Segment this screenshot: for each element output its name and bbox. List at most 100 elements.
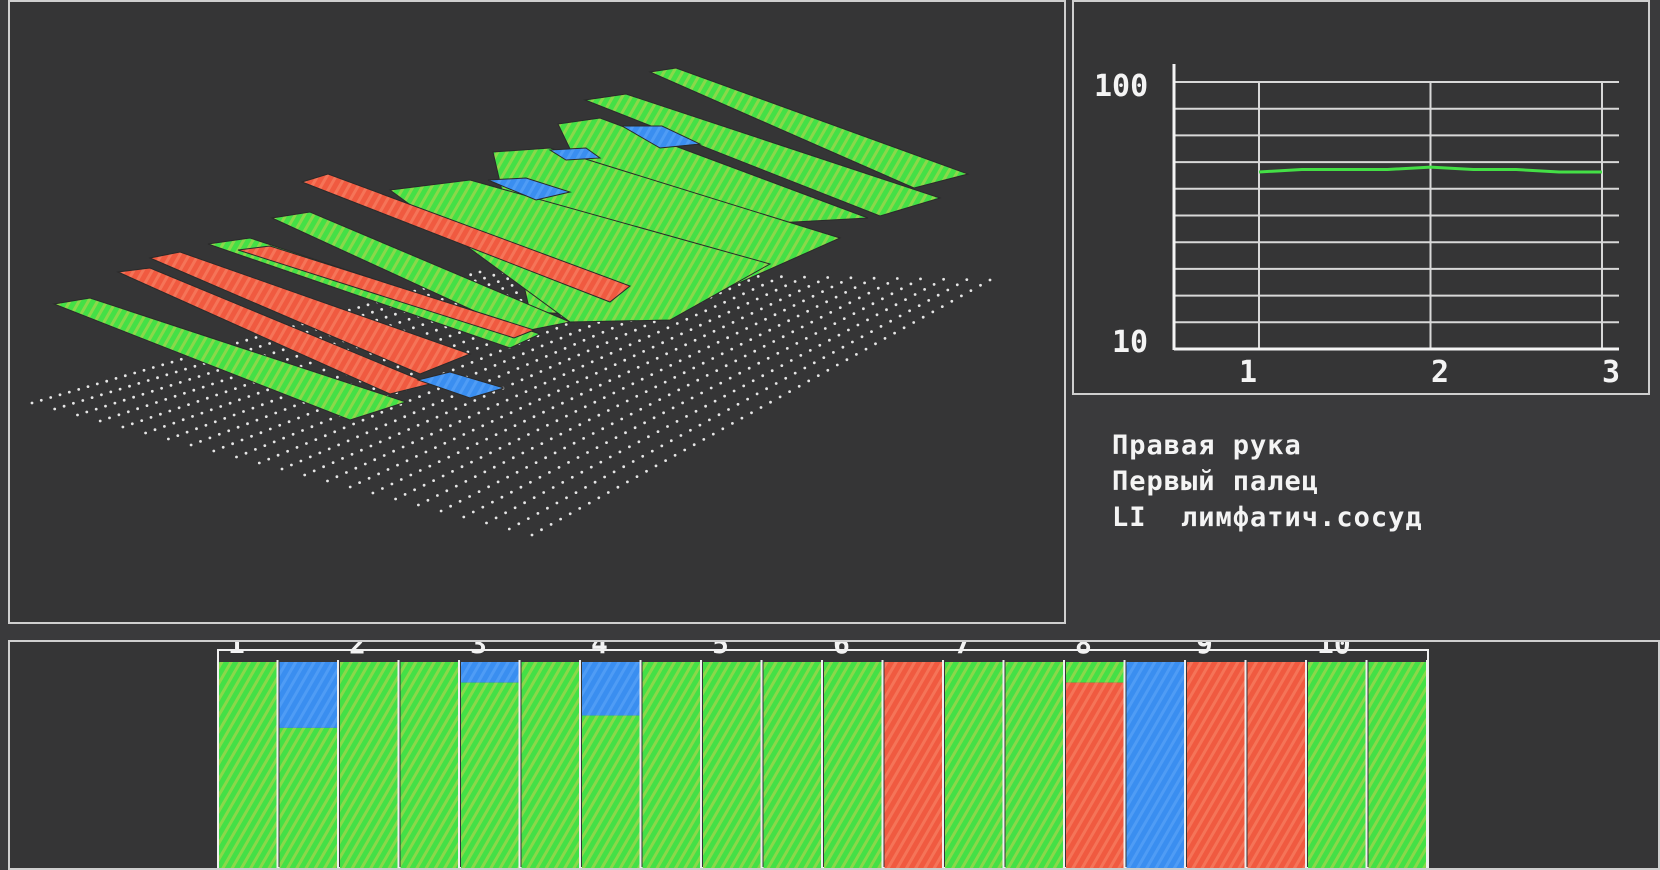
floor-dot [195,427,198,431]
floor-dot [172,421,176,425]
info-labels: Правая рука Первый палец LI лимфатич.сос… [1112,428,1423,536]
bar-segment-red [884,662,942,868]
floor-dot [955,283,959,287]
floor-dot [566,385,570,388]
floor-dot [449,424,452,428]
floor-dot [481,424,485,428]
floor-dot [150,389,154,393]
floor-dot [142,368,146,372]
floor-dot [366,303,370,307]
floor-dot [623,358,627,362]
floor-dot [487,283,491,286]
floor-dot [821,290,824,293]
floor-dot [624,431,627,435]
floor-dot [513,506,517,510]
floor-dot [510,284,514,287]
floor-dot [191,415,194,418]
floor-dot [628,343,632,347]
floor-dot [390,482,394,486]
floor-dot [422,407,425,411]
floor-dot [179,357,183,361]
floor-dot [927,299,931,302]
floor-dot [620,322,624,326]
floor-dot [900,287,903,291]
floor-dot [583,405,587,409]
floor-dot [485,437,488,441]
floor-dot [716,340,720,344]
floor-dot [747,366,751,370]
y-tick-label-100: 100 [1094,69,1148,104]
floor-dot [318,451,322,455]
floor-dot [439,338,443,341]
floor-dot [650,449,654,453]
floor-dot [516,367,520,370]
floor-dot [604,367,608,371]
bar-segment-green [703,662,761,868]
floor-dot [259,431,263,435]
floor-dot [815,305,819,308]
floor-dot [153,428,157,432]
floor-dot [434,446,437,449]
floor-dot [758,333,762,337]
floor-dot [808,349,812,352]
floor-dot [589,388,593,392]
floor-dot [448,334,452,338]
floor-dot [675,420,679,423]
floor-dot [136,407,139,411]
floor-dot [585,376,589,380]
floor-dot [842,317,846,320]
floor-dot [867,291,871,295]
floor-dot [582,437,585,440]
floor-dot [410,372,413,376]
floor-dot [812,361,816,365]
floor-dot [587,501,591,505]
3d-diagram-panel [8,0,1066,624]
floor-dot [235,455,238,459]
floor-dot [807,285,811,288]
bar-chart: 1 2 3 4 5 6 7 8 9 10 [217,642,1429,868]
floor-dot [950,299,954,303]
floor-dot [969,289,973,292]
floor-dot [426,498,430,502]
floor-dot [483,276,486,280]
floor-dot [361,418,365,422]
floor-dot [699,323,702,327]
floor-dot [549,523,553,526]
floor-dot [462,433,466,436]
graph-panel: 100 10 1 2 3 [1072,0,1650,395]
floor-dot [208,436,212,440]
floor-dot [608,455,612,459]
floor-dot [350,452,354,456]
floor-dot [342,426,346,430]
floor-dot [357,306,361,309]
floor-dot [784,376,788,380]
floor-dot [561,481,565,484]
floor-dot [685,317,689,321]
floor-dot [740,416,744,420]
floor-dot [260,403,264,407]
floor-dot [160,386,164,390]
floor-dot [536,512,540,515]
floor-dot [860,335,864,339]
floor-dot [647,334,651,338]
floor-dot [908,309,911,313]
floor-dot [844,291,847,294]
floor-dot [424,450,428,454]
floor-dot [496,480,500,484]
floor-dot [582,338,586,342]
floor-dot [627,370,631,374]
floor-dot [291,432,295,436]
floor-dot [491,500,494,504]
floor-dot [539,370,543,373]
floor-dot [590,360,594,364]
floor-dot [278,423,282,427]
floor-dot [335,475,339,479]
floor-dot [173,394,177,398]
floor-dot [553,377,556,381]
floor-dot [497,375,501,378]
floor-dot [161,363,165,367]
floor-dot [380,410,384,414]
floor-dot [936,293,940,297]
3d-diagram-canvas [30,67,992,537]
floor-dot [669,364,673,367]
